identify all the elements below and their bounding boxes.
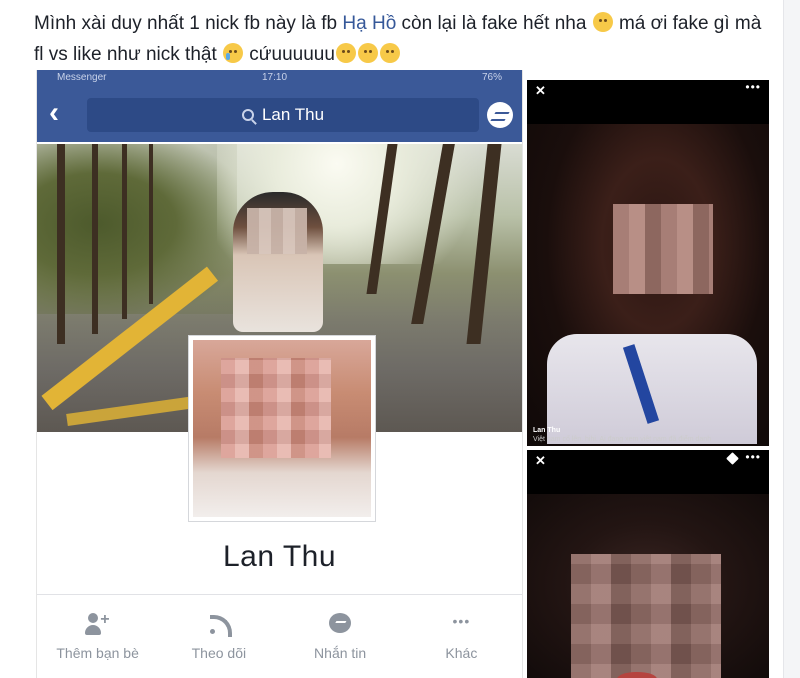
phone-screenshot[interactable]: Messenger 17:10 76% ‹ Lan Thu Lan Thu + (36, 70, 523, 678)
profile-actions: + Thêm bạn bè Theo dõi Nhắn tin Khác (37, 594, 522, 678)
viewer-photo (527, 494, 769, 678)
profile-name: Lan Thu (222, 540, 337, 573)
top-navbar: ‹ Lan Thu (37, 86, 522, 142)
sad-emoji-icon (379, 43, 400, 63)
add-friend-button[interactable]: + Thêm bạn bè (37, 595, 158, 678)
status-bar: Messenger 17:10 76% (37, 70, 522, 86)
more-icon[interactable]: ••• (745, 450, 761, 464)
profile-picture[interactable] (188, 335, 376, 522)
message-button[interactable]: Nhắn tin (280, 595, 401, 678)
post-text-part2: còn lại là fake hết nha (396, 13, 592, 34)
tree-trunk (149, 144, 153, 304)
search-bar[interactable]: Lan Thu (87, 98, 479, 132)
search-query: Lan Thu (261, 105, 325, 124)
tree-trunk (122, 144, 127, 319)
blurred-face (247, 208, 307, 254)
mention-link[interactable]: Hạ Hồ (342, 13, 396, 34)
caption-text: Việt nam cố lên. hihi. Ai đang xem việt … (533, 436, 712, 443)
blurred-face (221, 358, 331, 458)
follow-button[interactable]: Theo dõi (158, 595, 279, 678)
message-label: Nhắn tin (314, 645, 367, 661)
back-button[interactable]: ‹ (49, 98, 73, 128)
more-button[interactable]: Khác (401, 595, 522, 678)
scrollbar[interactable] (783, 0, 800, 678)
close-icon[interactable]: ✕ (535, 453, 546, 469)
messenger-icon (327, 613, 353, 637)
more-icon (448, 613, 474, 637)
follow-icon (206, 613, 232, 637)
add-friend-icon: + (84, 612, 111, 637)
crying-emoji-icon (223, 43, 244, 63)
tree-trunk (92, 144, 98, 334)
photo-caption: Lan Thu Việt nam cố lên. hihi. Ai đang x… (533, 426, 763, 444)
tag-icon[interactable] (726, 452, 739, 465)
sad-emoji-icon (335, 43, 356, 63)
close-icon[interactable]: ✕ (535, 83, 546, 99)
photo-viewer-2[interactable]: ✕ ••• (527, 450, 769, 678)
status-carrier: Messenger (57, 72, 107, 83)
post-text-part4: cứuuuuuu (244, 44, 335, 65)
blurred-face (571, 554, 721, 678)
status-time: 17:10 (262, 72, 288, 83)
profile-picture-image (193, 340, 371, 517)
search-icon (241, 109, 254, 121)
status-battery: 76% (481, 72, 502, 83)
post-text-part1: Mình xài duy nhất 1 nick fb này là fb (34, 13, 343, 34)
post-text: Mình xài duy nhất 1 nick fb này là fb Hạ… (34, 8, 774, 70)
more-icon[interactable]: ••• (745, 80, 761, 94)
caption-name[interactable]: Lan Thu (533, 426, 763, 435)
tree-trunk (57, 144, 65, 344)
photo-viewer-1[interactable]: ✕ ••• Lan Thu Việt nam cố lên. hihi. Ai … (527, 80, 769, 446)
more-label: Khác (445, 645, 478, 661)
viewer-photo: Lan Thu Việt nam cố lên. hihi. Ai đang x… (527, 124, 769, 446)
sad-emoji-icon (357, 43, 378, 63)
messenger-icon[interactable] (487, 102, 513, 128)
sad-emoji-icon (592, 12, 613, 32)
add-friend-label: Thêm bạn bè (56, 645, 139, 661)
blurred-face (613, 204, 713, 294)
follow-label: Theo dõi (191, 645, 247, 661)
